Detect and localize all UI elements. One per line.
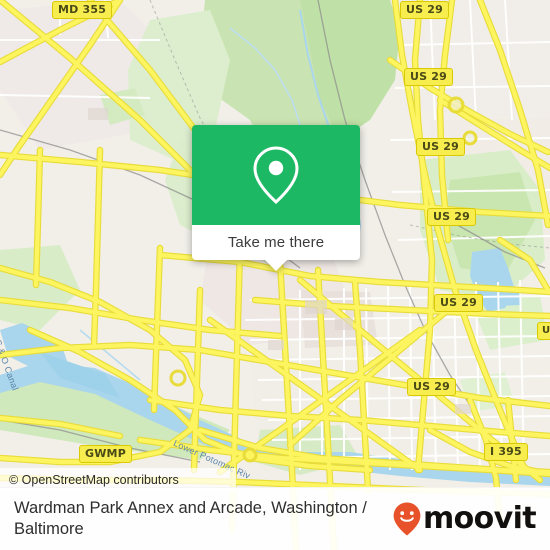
map-canvas[interactable]: MD 355 US 29 US 29 US 29 US 29 US 29 US …	[0, 0, 550, 550]
moovit-wordmark: moovit	[422, 501, 537, 536]
popup-tail	[265, 260, 287, 271]
highway-shield: US 29	[434, 294, 483, 312]
park-shield: GWMP	[79, 445, 132, 463]
highway-shield: US 29	[404, 68, 453, 86]
highway-shield: US 29	[400, 1, 449, 19]
highway-shield: US 29	[416, 138, 465, 156]
highway-shield: US 29	[427, 208, 476, 226]
highway-shield: US 29	[407, 378, 456, 396]
moovit-map-screenshot: MD 355 US 29 US 29 US 29 US 29 US 29 US …	[0, 0, 550, 550]
moovit-logo[interactable]: moovit	[392, 501, 537, 537]
moovit-pin-icon	[393, 502, 421, 536]
map-pin-icon	[253, 146, 299, 205]
location-popup[interactable]: Take me there	[192, 125, 360, 271]
footer-bar: Wardman Park Annex and Arcade, Washingto…	[0, 487, 550, 550]
highway-shield-clipped: US	[537, 322, 550, 340]
highway-shield: MD 355	[52, 1, 113, 19]
place-title: Wardman Park Annex and Arcade, Washingto…	[14, 499, 367, 538]
highway-shield: I 395	[484, 443, 528, 461]
popup-pin-area	[192, 125, 360, 225]
take-me-there-button[interactable]: Take me there	[192, 225, 360, 260]
